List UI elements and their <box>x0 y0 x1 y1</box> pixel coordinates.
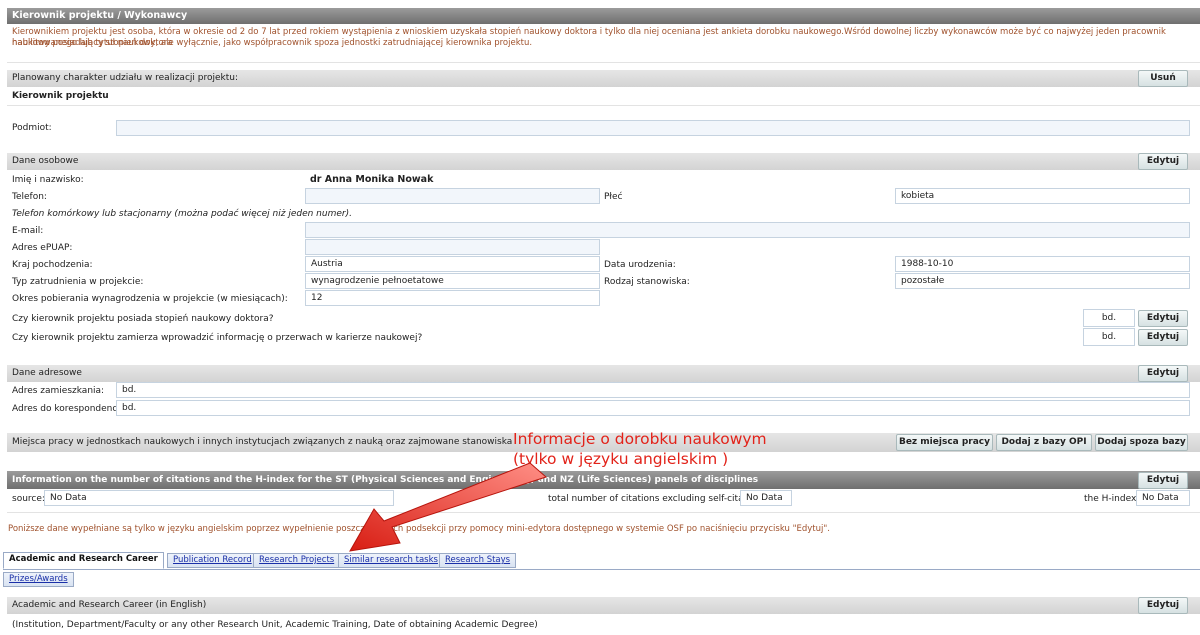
home-address-label: Adres zamieszkania: <box>12 386 105 396</box>
section-header: Kierownik projektu / Wykonawcy <box>7 8 1200 24</box>
divider <box>7 512 1200 513</box>
break-question: Czy kierownik projektu zamierza wprowadz… <box>12 333 423 343</box>
add-outside-button[interactable]: Dodaj spoza bazy <box>1095 434 1188 451</box>
annotation-line1: Informacje o dorobku naukowym <box>513 430 767 448</box>
career-edit-button[interactable]: Edytuj <box>1138 597 1188 614</box>
corr-address-field: bd. <box>116 400 1190 416</box>
phone-hint: Telefon komórkowy lub stacjonarny (można… <box>12 209 352 219</box>
tab-academic-career[interactable]: Academic and Research Career <box>3 552 164 569</box>
corr-address-label: Adres do korespondencji: <box>12 404 126 414</box>
phd-question: Czy kierownik projektu posiada stopień n… <box>12 314 274 324</box>
birth-field: 1988-10-10 <box>895 256 1190 272</box>
personal-edit-button[interactable]: Edytuj <box>1138 153 1188 170</box>
position-field: pozostałe <box>895 273 1190 289</box>
sex-label: Płeć <box>604 192 623 202</box>
source-label: source: <box>12 494 45 504</box>
annotation-arrow-icon <box>349 462 547 552</box>
remove-button[interactable]: Usuń <box>1138 70 1188 87</box>
citations-header: Information on the number of citations a… <box>7 471 1200 489</box>
country-field: Austria <box>305 256 600 272</box>
phd-value: bd. <box>1083 309 1135 327</box>
epuap-field <box>305 239 600 255</box>
tab-research-projects[interactable]: Research Projects <box>253 553 341 568</box>
podmiot-field <box>116 120 1190 136</box>
country-label: Kraj pochodzenia: <box>12 260 93 270</box>
hindex-label: the H-index: <box>1084 494 1140 504</box>
phd-edit-button[interactable]: Edytuj <box>1138 310 1188 327</box>
email-field <box>305 222 1190 238</box>
break-edit-button[interactable]: Edytuj <box>1138 329 1188 346</box>
phone-field <box>305 188 600 204</box>
podmiot-label: Podmiot: <box>12 123 52 133</box>
tab-prizes-awards[interactable]: Prizes/Awards <box>3 572 74 587</box>
epuap-label: Adres ePUAP: <box>12 243 73 253</box>
address-edit-button[interactable]: Edytuj <box>1138 365 1188 382</box>
add-from-opi-button[interactable]: Dodaj z bazy OPI <box>996 434 1092 451</box>
birth-label: Data urodzenia: <box>604 260 676 270</box>
period-label: Okres pobierania wynagrodzenia w projekc… <box>12 294 288 304</box>
role-value: Kierownik projektu <box>12 91 109 101</box>
phone-label: Telefon: <box>12 192 47 202</box>
sex-field: kobieta <box>895 188 1190 204</box>
employment-field: wynagrodzenie pełnoetatowe <box>305 273 600 289</box>
citations-edit-button[interactable]: Edytuj <box>1138 472 1188 489</box>
home-address-field: bd. <box>116 382 1190 398</box>
name-label: Imię i nazwisko: <box>12 175 84 185</box>
position-label: Rodzaj stanowiska: <box>604 277 690 287</box>
email-label: E-mail: <box>12 226 44 236</box>
career-band: Academic and Research Career (in English… <box>7 597 1200 614</box>
tab-publication-record[interactable]: Publication Record <box>167 553 258 568</box>
total-citations-label: total number of citations excluding self… <box>548 494 769 504</box>
section-note-line2: habilitowanego lub tytuł naukowy, ale wy… <box>12 38 533 48</box>
divider <box>7 105 1200 106</box>
name-value: dr Anna Monika Nowak <box>310 174 434 185</box>
role-band: Planowany charakter udziału w realizacji… <box>7 70 1200 87</box>
period-field: 12 <box>305 290 600 306</box>
divider <box>7 62 1200 63</box>
employment-label: Typ zatrudnienia w projekcie: <box>12 277 144 287</box>
total-citations-field: No Data <box>740 490 792 506</box>
career-hint: (Institution, Department/Faculty or any … <box>12 620 538 630</box>
address-band: Dane adresowe <box>7 365 1200 382</box>
no-workplace-button[interactable]: Bez miejsca pracy <box>896 434 993 451</box>
personal-band: Dane osobowe <box>7 153 1200 170</box>
tab-bar-line <box>3 569 1200 570</box>
project-leader-form: Kierownik projektu / Wykonawcy Kierownik… <box>0 0 1200 635</box>
hindex-field: No Data <box>1136 490 1190 506</box>
break-value: bd. <box>1083 328 1135 346</box>
